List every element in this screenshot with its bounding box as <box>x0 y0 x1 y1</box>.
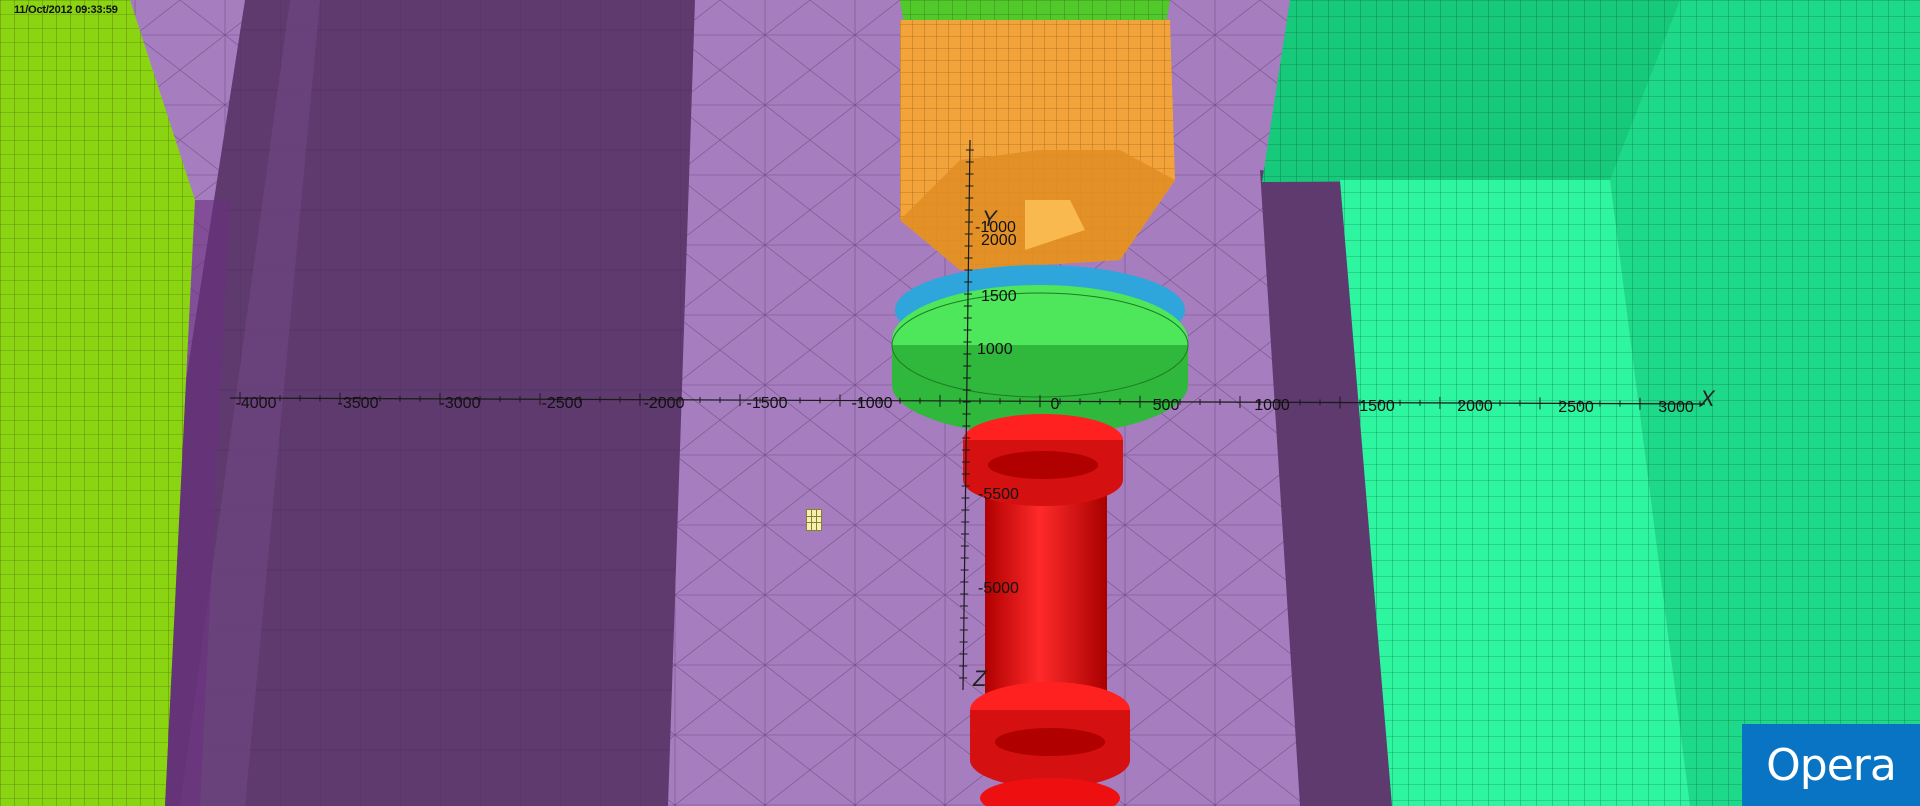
z-tick-label: -5000 <box>978 580 1019 597</box>
y-axis-letter: Y <box>982 206 997 231</box>
z-axis-letter: Z <box>973 666 987 691</box>
x-tick-label: -4000 <box>235 395 277 412</box>
3d-viewport[interactable]: 11/Oct/2012 09:33:59 -4000 -3500 -3000 -… <box>0 0 1920 806</box>
x-tick-label: 1500 <box>1359 398 1395 415</box>
timestamp: 11/Oct/2012 09:33:59 <box>14 4 118 16</box>
z-tick-label: -5500 <box>978 486 1019 503</box>
grid-cursor-icon <box>806 509 822 531</box>
x-axis-letter: X <box>1700 386 1715 411</box>
x-tick-label: -3000 <box>439 395 481 412</box>
x-tick-label: 500 <box>1152 397 1180 414</box>
model-scene[interactable] <box>0 0 1920 806</box>
x-tick-label: 1000 <box>1254 397 1290 414</box>
x-tick-label: -3500 <box>337 395 379 412</box>
x-tick-label: -2500 <box>541 395 583 412</box>
y-tick-label: 1000 <box>977 341 1013 358</box>
x-tick-label: 2000 <box>1457 398 1493 415</box>
x-tick-label: -1000 <box>851 395 893 412</box>
x-tick-label: 0 <box>1050 396 1060 413</box>
x-tick-label: -2000 <box>643 395 685 412</box>
y-tick-label: 1500 <box>981 288 1017 305</box>
x-tick-label: 2500 <box>1558 399 1594 416</box>
x-tick-label: 3000 <box>1658 399 1694 416</box>
x-tick-label: -1500 <box>746 395 788 412</box>
opera-logo-badge: Opera <box>1742 724 1920 806</box>
